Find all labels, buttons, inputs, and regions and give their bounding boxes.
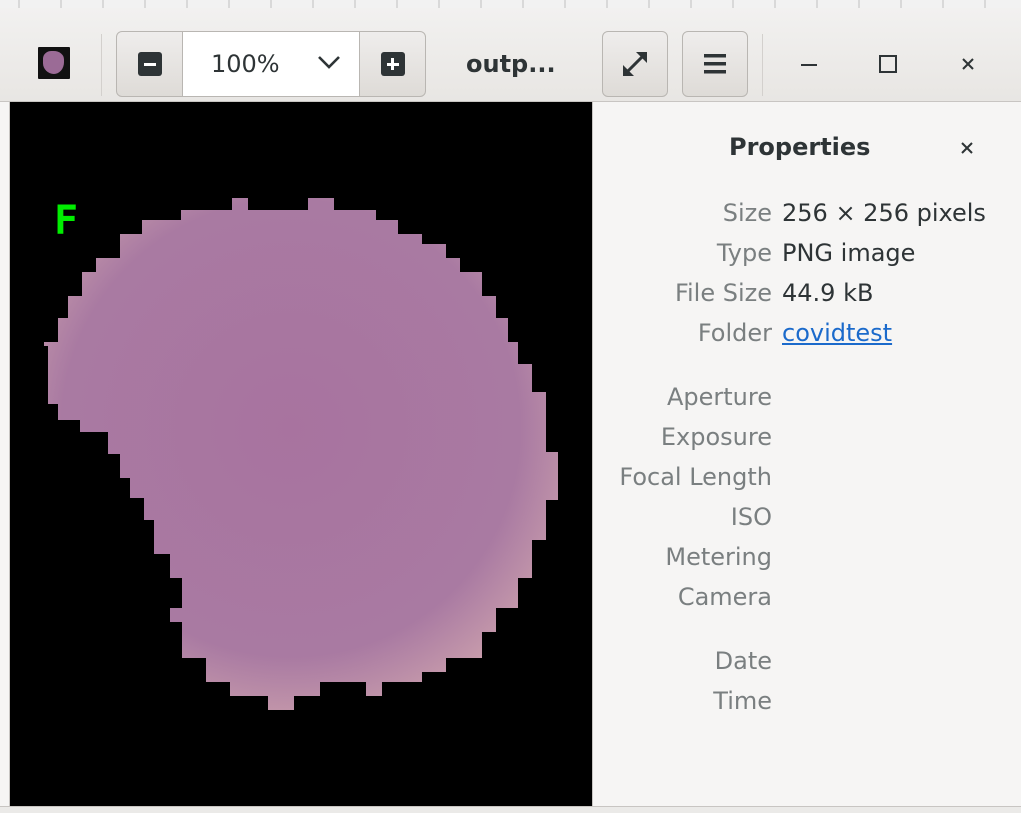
fullscreen-button[interactable] [602, 31, 668, 97]
maximize-icon [879, 55, 897, 73]
property-label: Type [716, 239, 772, 267]
property-row-type: Type PNG image [593, 239, 1021, 271]
property-row-focal-length: Focal Length [593, 463, 1021, 495]
plus-square-icon [380, 52, 405, 76]
image-thumbnail-icon [38, 47, 70, 79]
zoom-level-field[interactable]: 100% [183, 31, 359, 97]
expand-arrows-icon [623, 52, 647, 76]
minimize-button[interactable] [789, 44, 829, 84]
zoom-control: 100% [116, 31, 426, 97]
properties-title: Properties [729, 133, 871, 161]
cell-image [10, 102, 592, 806]
property-row-camera: Camera [593, 583, 1021, 615]
background-window-strip [0, 0, 1021, 8]
maximize-button[interactable] [868, 44, 908, 84]
overlay-label: F [54, 198, 79, 244]
properties-panel: Properties Size 256 × 256 pixels Type PN… [592, 102, 1021, 806]
hamburger-menu-icon [704, 54, 726, 74]
zoom-level-value: 100% [211, 50, 280, 78]
property-value: PNG image [782, 239, 916, 267]
property-row-aperture: Aperture [593, 383, 1021, 415]
property-label: Exposure [660, 423, 772, 451]
header-bar: 100% outp... [0, 8, 1021, 102]
property-row-file-size: File Size 44.9 kB [593, 279, 1021, 311]
close-icon [962, 58, 974, 70]
property-label: Date [714, 647, 772, 675]
chevron-down-icon[interactable] [317, 54, 341, 70]
header-separator [762, 34, 763, 96]
property-label: File Size [674, 279, 772, 307]
property-row-folder: Folder covidtest [593, 319, 1021, 351]
property-label: Camera [677, 583, 772, 611]
property-row-date: Date [593, 647, 1021, 679]
folder-link[interactable]: covidtest [782, 319, 892, 347]
property-label: Size [722, 199, 772, 227]
property-row-size: Size 256 × 256 pixels [593, 199, 1021, 231]
zoom-in-button[interactable] [359, 31, 426, 97]
property-value: 256 × 256 pixels [782, 199, 986, 227]
property-row-iso: ISO [593, 503, 1021, 535]
property-label: ISO [730, 503, 772, 531]
property-value: 44.9 kB [782, 279, 874, 307]
content-area: F Properties Size 256 × 256 pixels Type … [9, 102, 1021, 806]
main-menu-button[interactable] [682, 31, 748, 97]
minus-square-icon [137, 52, 162, 76]
property-row-exposure: Exposure [593, 423, 1021, 455]
close-icon[interactable] [955, 136, 979, 160]
property-row-time: Time [593, 687, 1021, 719]
zoom-out-button[interactable] [116, 31, 183, 97]
property-row-metering: Metering [593, 543, 1021, 575]
window-title: outp... [466, 50, 556, 78]
header-separator [101, 34, 102, 96]
minimize-icon [801, 64, 817, 66]
property-label: Metering [665, 543, 772, 571]
property-label: Folder [697, 319, 772, 347]
property-label: Time [713, 687, 772, 715]
image-view[interactable]: F [10, 102, 592, 806]
close-window-button[interactable] [948, 44, 988, 84]
property-label: Aperture [666, 383, 772, 411]
property-label: Focal Length [619, 463, 772, 491]
